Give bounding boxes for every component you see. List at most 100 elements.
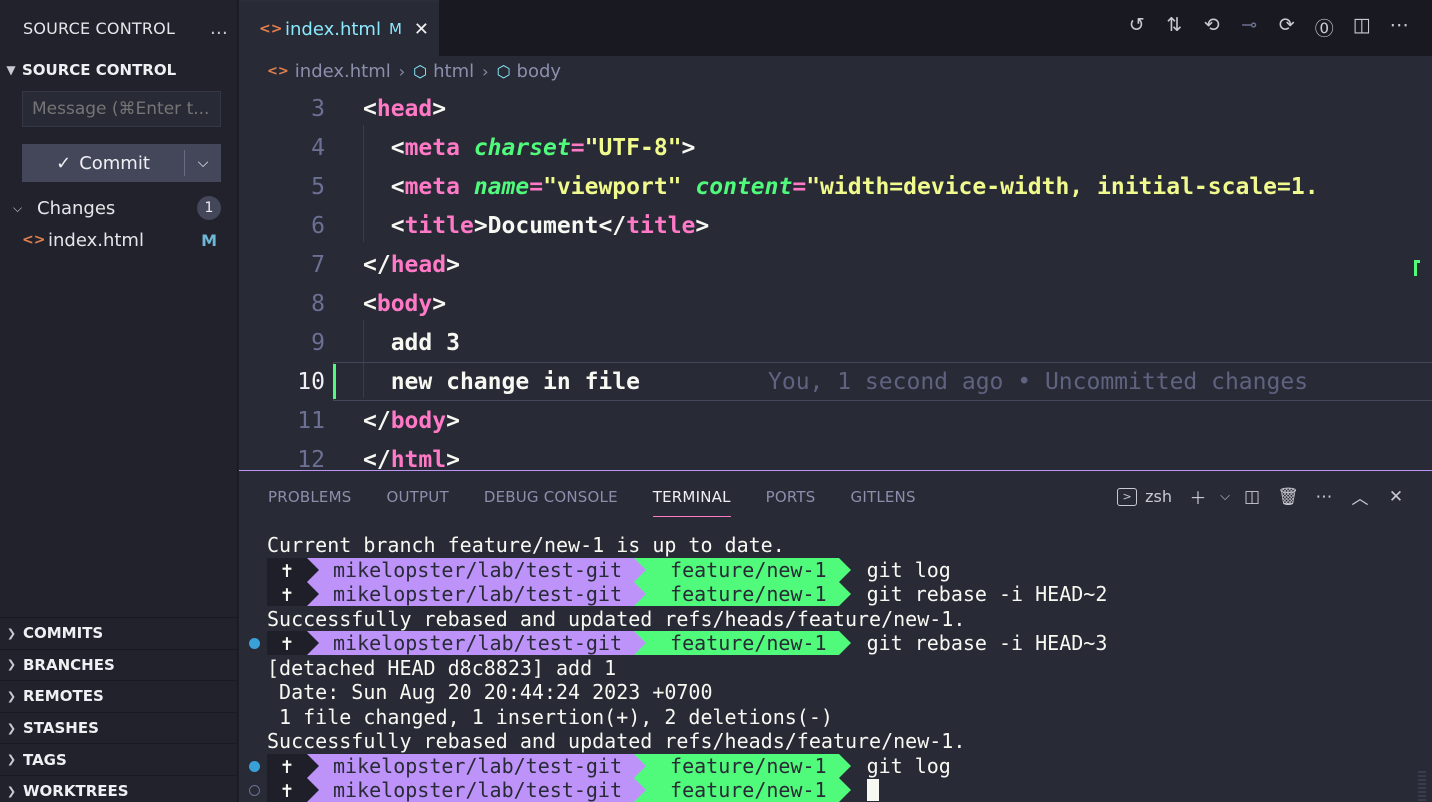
command-decoration-dot[interactable] bbox=[249, 760, 260, 772]
prompt-path-segment: mikelopster/lab/test-git bbox=[307, 753, 634, 778]
terminal-output[interactable]: Current branch feature/new-1 is up to da… bbox=[239, 533, 1432, 802]
code-editor[interactable]: 3 <head> 4 <meta charset="UTF-8"> 5 <met… bbox=[239, 86, 1432, 470]
close-panel-icon[interactable]: ✕ bbox=[1378, 487, 1414, 507]
tab-label: index.html bbox=[285, 18, 381, 40]
breadcrumb: <> index.html › ⬡ html › ⬡ body bbox=[239, 56, 1432, 86]
compare-changes-icon[interactable]: ⇅ bbox=[1156, 14, 1194, 41]
file-status-badge: M bbox=[201, 230, 217, 250]
terminal-command: git log bbox=[866, 557, 951, 582]
tab-terminal[interactable]: TERMINAL bbox=[652, 471, 731, 523]
code-line: 9 add 3 bbox=[311, 329, 460, 356]
code-line: 5 <meta name="viewport" content="width=d… bbox=[311, 173, 1319, 200]
terminal-prompt-line: ✝ mikelopster/lab/test-git feature/new-1 g… bbox=[267, 753, 951, 779]
section-worktrees[interactable]: ❯ WORKTREES bbox=[0, 774, 238, 802]
prompt-symbol: ✝ bbox=[267, 631, 307, 656]
code-line: 11 </body> bbox=[297, 407, 460, 434]
commit-dot-icon[interactable]: ⊸ bbox=[1231, 14, 1269, 41]
terminal-prompt-line: ✝ mikelopster/lab/test-git feature/new-1 g… bbox=[267, 582, 1107, 607]
changes-count-badge: 1 bbox=[197, 196, 221, 220]
terminal-prompt-line: ✝ mikelopster/lab/test-git feature/new-1 g… bbox=[267, 557, 951, 583]
chevron-right-icon: ❯ bbox=[6, 721, 17, 735]
prompt-symbol: ✝ bbox=[267, 582, 307, 607]
breadcrumb-html[interactable]: html bbox=[433, 61, 474, 82]
prompt-path-segment: mikelopster/lab/test-git bbox=[307, 778, 634, 802]
section-tags[interactable]: ❯ TAGS bbox=[0, 743, 238, 775]
terminal-line: Successfully rebased and updated refs/he… bbox=[267, 729, 966, 754]
bottom-panel: PROBLEMS OUTPUT DEBUG CONSOLE TERMINAL P… bbox=[239, 470, 1432, 802]
tab-gitlens[interactable]: GITLENS bbox=[851, 471, 916, 523]
element-cube-icon: ⬡ bbox=[496, 61, 511, 81]
terminal-cursor bbox=[866, 779, 879, 802]
prompt-arrow bbox=[838, 631, 851, 656]
chevron-down-icon[interactable]: ⌵ bbox=[1216, 489, 1234, 504]
source-control-sidebar: SOURCE CONTROL … ▼ SOURCE CONTROL ✓ Comm… bbox=[0, 0, 238, 802]
code-line-active: 10 new change in file You, 1 second ago … bbox=[297, 368, 1309, 395]
split-editor-icon[interactable]: ◫ bbox=[1343, 14, 1381, 41]
commit-message-input[interactable] bbox=[22, 91, 221, 127]
split-terminal-icon[interactable]: ◫ bbox=[1234, 487, 1270, 507]
prompt-symbol: ✝ bbox=[267, 753, 307, 778]
chevron-down-icon: ⌵ bbox=[13, 200, 23, 215]
terminal-command: git log bbox=[866, 753, 951, 778]
prompt-symbol: ✝ bbox=[267, 778, 307, 802]
more-actions-icon[interactable]: … bbox=[201, 18, 237, 39]
chevron-right-icon: ❯ bbox=[6, 626, 17, 640]
changed-file-name: index.html bbox=[48, 229, 144, 251]
commit-dropdown-chevron-icon[interactable]: ⌵ bbox=[185, 155, 221, 171]
trash-icon[interactable]: 🗑 bbox=[1270, 487, 1306, 507]
terminal-line: Successfully rebased and updated refs/he… bbox=[267, 606, 966, 631]
commit-button-group: ✓ Commit ⌵ bbox=[22, 144, 221, 182]
new-terminal-plus-icon[interactable]: ＋ bbox=[1180, 484, 1216, 509]
gitlens-icon[interactable]: ⓪ bbox=[1306, 14, 1344, 41]
breadcrumb-file[interactable]: index.html bbox=[295, 61, 391, 82]
command-decoration-dot[interactable] bbox=[249, 638, 260, 649]
breadcrumb-body[interactable]: body bbox=[517, 61, 562, 82]
history-icon[interactable]: ↺ bbox=[1118, 14, 1156, 41]
terminal-line: Current branch feature/new-1 is up to da… bbox=[267, 533, 785, 558]
terminal-line: Date: Sun Aug 20 20:44:24 2023 +0700 bbox=[267, 680, 713, 705]
commit-button[interactable]: ✓ Commit bbox=[22, 150, 185, 176]
previous-revision-icon[interactable]: ⟲ bbox=[1193, 14, 1231, 41]
section-commits[interactable]: ❯ COMMITS bbox=[0, 617, 238, 649]
section-stashes[interactable]: ❯ STASHES bbox=[0, 711, 238, 744]
chevron-right-icon: › bbox=[482, 61, 489, 81]
sidebar-title: SOURCE CONTROL bbox=[23, 18, 176, 38]
tab-ports[interactable]: PORTS bbox=[766, 471, 816, 523]
terminal-command: git rebase -i HEAD~3 bbox=[866, 631, 1108, 656]
terminal-scrollbar[interactable] bbox=[1418, 771, 1426, 801]
next-revision-icon[interactable]: ⟳ bbox=[1268, 14, 1306, 41]
tab-debug-console[interactable]: DEBUG CONSOLE bbox=[484, 471, 618, 523]
prompt-branch-segment: feature/new-1 bbox=[633, 582, 839, 607]
terminal-command: git rebase -i HEAD~2 bbox=[866, 582, 1108, 607]
changed-file-item[interactable]: <> index.html M bbox=[0, 226, 238, 254]
chevron-right-icon: ❯ bbox=[6, 689, 17, 703]
html-file-icon: <> bbox=[259, 21, 283, 37]
source-control-section-header[interactable]: ▼ SOURCE CONTROL bbox=[0, 56, 237, 84]
maximize-panel-chevron-up-icon[interactable]: ︿ bbox=[1342, 484, 1378, 509]
tab-output[interactable]: OUTPUT bbox=[386, 471, 448, 523]
tab-index-html[interactable]: <> index.html M ✕ bbox=[239, 0, 439, 56]
command-decoration-dot[interactable] bbox=[249, 785, 260, 796]
shell-name: zsh bbox=[1145, 487, 1172, 506]
terminal-shell-selector[interactable]: > zsh bbox=[1117, 487, 1172, 506]
terminal-line: [detached HEAD d8c8823] add 1 bbox=[267, 655, 617, 680]
changes-group[interactable]: ⌵ Changes 1 bbox=[0, 194, 238, 222]
chevron-right-icon: › bbox=[398, 61, 406, 81]
more-actions-icon[interactable]: ⋯ bbox=[1306, 487, 1342, 507]
sidebar-header: SOURCE CONTROL … bbox=[0, 0, 237, 56]
chevron-right-icon: ❯ bbox=[6, 658, 17, 672]
more-actions-icon[interactable]: ⋯ bbox=[1381, 14, 1419, 41]
section-branches[interactable]: ❯ BRANCHES bbox=[0, 648, 238, 681]
section-remotes[interactable]: ❯ REMOTES bbox=[0, 680, 238, 712]
editor-actions: ↺ ⇅ ⟲ ⊸ ⟳ ⓪ ◫ ⋯ bbox=[1118, 14, 1418, 41]
tab-problems[interactable]: PROBLEMS bbox=[268, 471, 351, 523]
gitlens-inline-blame: You, 1 second ago • Uncommitted changes bbox=[768, 368, 1309, 395]
close-icon[interactable]: ✕ bbox=[414, 19, 429, 40]
terminal-prompt-line: ✝ mikelopster/lab/test-git feature/new-1 bbox=[267, 778, 879, 802]
element-cube-icon: ⬡ bbox=[413, 61, 428, 81]
gitlens-sections: ❯ COMMITS ❯ BRANCHES ❯ REMOTES ❯ STASHES ❯ TA… bbox=[0, 617, 238, 802]
terminal-line: 1 file changed, 1 insertion(+), 2 deleti… bbox=[267, 704, 833, 729]
panel-actions: > zsh ＋ ⌵ ◫ 🗑 ⋯ ︿ ✕ bbox=[1117, 484, 1414, 509]
section-title: SOURCE CONTROL bbox=[22, 61, 177, 79]
prompt-branch-segment: feature/new-1 bbox=[633, 778, 839, 802]
